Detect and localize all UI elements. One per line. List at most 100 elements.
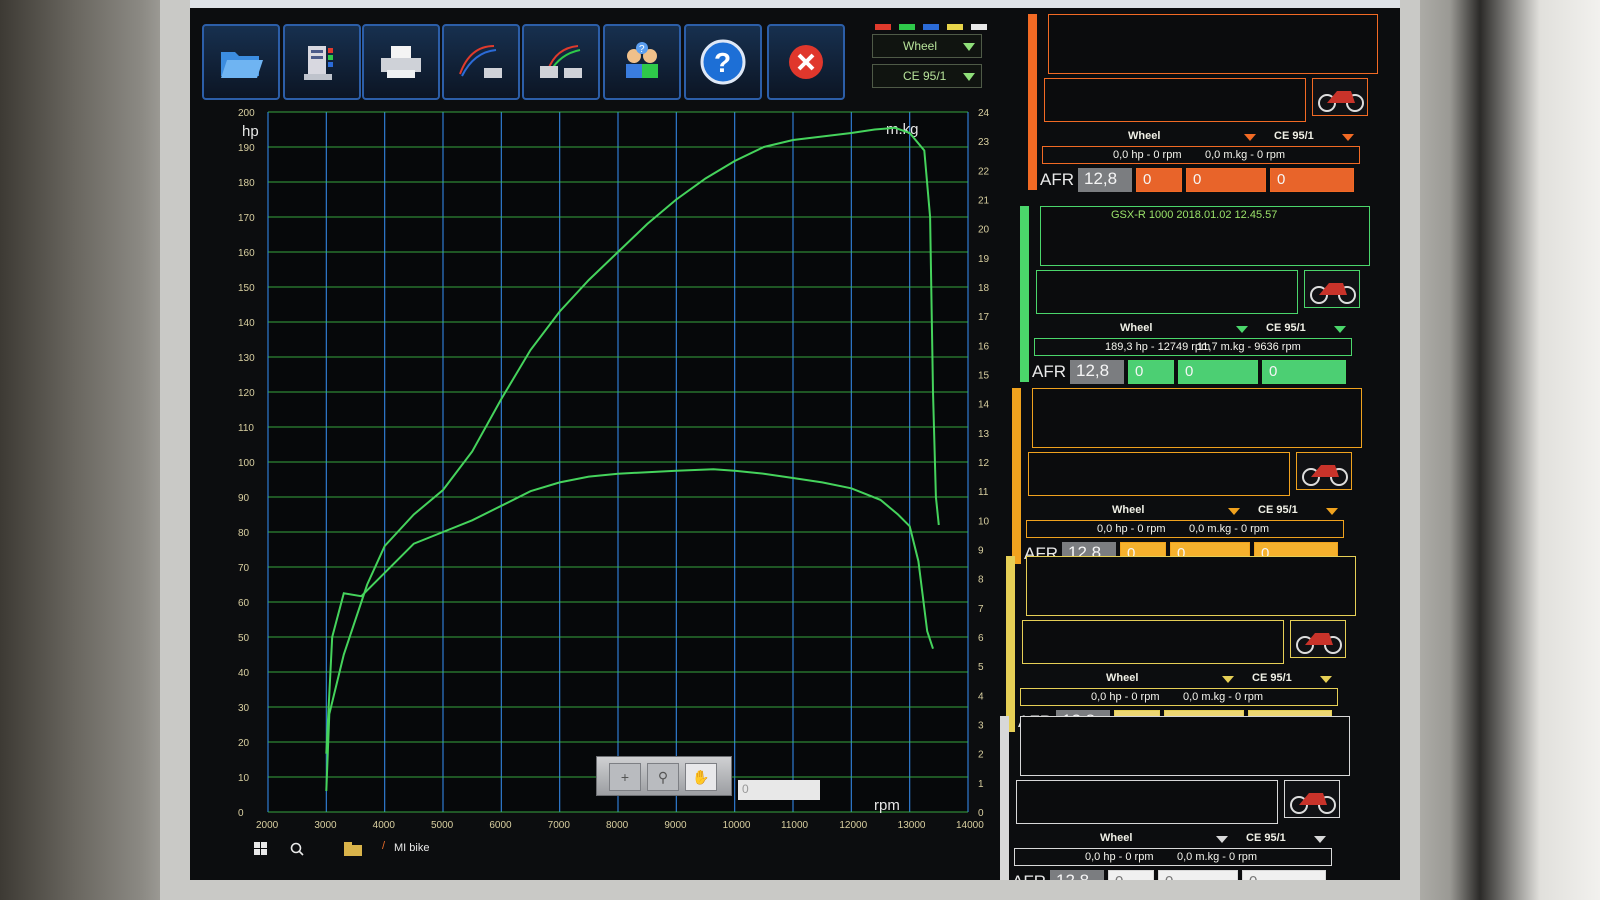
run-standard-dropdown[interactable]: CE 95/1 — [1266, 322, 1306, 334]
crosshair-tool-button[interactable]: + — [609, 763, 641, 791]
chevron-down-icon[interactable] — [1326, 508, 1338, 515]
run-field-1[interactable]: 0 — [1136, 168, 1182, 192]
x-tick-label: 6000 — [489, 820, 512, 831]
y-right-tick-label: 10 — [978, 516, 990, 527]
run-max-power: 0,0 hp - 0 rpm — [1097, 523, 1166, 535]
run-field-3[interactable]: 0 — [1242, 870, 1326, 880]
chevron-down-icon[interactable] — [1236, 326, 1248, 333]
desk-background-right — [1400, 0, 1600, 900]
y-left-tick-label: 130 — [238, 353, 255, 364]
run-max-power: 189,3 hp - 12749 rpm — [1105, 341, 1211, 353]
y-left-tick-label: 70 — [238, 563, 250, 574]
run-field-2[interactable]: 0 — [1158, 870, 1238, 880]
run-field-3[interactable]: 0 — [1270, 168, 1354, 192]
run-title-box — [1020, 716, 1350, 776]
afr-value[interactable]: 12,8 — [1070, 360, 1124, 384]
y-left-tick-label: 30 — [238, 703, 250, 714]
x-tick-label: 7000 — [548, 820, 571, 831]
run-standard-dropdown[interactable]: CE 95/1 — [1246, 832, 1286, 844]
y-left-unit-label: hp — [242, 123, 259, 140]
run-color-bar — [1012, 388, 1021, 564]
x-tick-label: 8000 — [606, 820, 629, 831]
search-icon[interactable] — [290, 842, 304, 859]
y-right-tick-label: 22 — [978, 166, 990, 177]
run-color-bar — [1000, 716, 1009, 880]
run-measure-dropdown[interactable]: Wheel — [1128, 130, 1160, 142]
run-measure-dropdown[interactable]: Wheel — [1100, 832, 1132, 844]
motorbike-icon[interactable] — [1290, 620, 1346, 658]
afr-label: AFR — [1012, 872, 1046, 880]
file-explorer-icon[interactable] — [344, 842, 362, 859]
y-right-tick-label: 0 — [978, 808, 984, 819]
zoom-value: 0 — [742, 782, 749, 796]
run-measure-dropdown[interactable]: Wheel — [1120, 322, 1152, 334]
run-measure-dropdown[interactable]: Wheel — [1106, 672, 1138, 684]
x-tick-label: 4000 — [373, 820, 396, 831]
y-left-tick-label: 180 — [238, 178, 255, 189]
run-stats-row: 0,0 hp - 0 rpm 0,0 m.kg - 0 rpm — [1042, 146, 1360, 164]
zoom-tool-button[interactable]: ⚲ — [647, 763, 679, 791]
y-right-tick-label: 19 — [978, 254, 990, 265]
run-measure-dropdown[interactable]: Wheel — [1112, 504, 1144, 516]
chevron-down-icon[interactable] — [1334, 326, 1346, 333]
zoom-icon: ⚲ — [657, 769, 669, 785]
crosshair-icon: + — [620, 769, 630, 785]
run-field-2[interactable]: 0 — [1178, 360, 1258, 384]
y-left-tick-label: 0 — [238, 808, 244, 819]
y-left-tick-label: 170 — [238, 213, 255, 224]
run-panel-2: GSX-R 1000 2018.01.02 12.45.57 Wheel CE 95… — [1020, 206, 1390, 386]
motorbike-icon[interactable] — [1284, 780, 1340, 818]
y-right-tick-label: 2 — [978, 750, 984, 761]
run-max-torque: 0,0 m.kg - 0 rpm — [1189, 523, 1270, 535]
mi-bike-app-icon[interactable]: / — [382, 840, 385, 852]
chevron-down-icon[interactable] — [1222, 676, 1234, 683]
run-notes-box — [1028, 452, 1290, 496]
run-title-box — [1048, 14, 1378, 74]
y-left-tick-label: 120 — [238, 388, 255, 399]
run-standard-dropdown[interactable]: CE 95/1 — [1258, 504, 1298, 516]
afr-label: AFR — [1032, 362, 1066, 381]
x-tick-label: 12000 — [839, 820, 867, 831]
y-left-tick-label: 140 — [238, 318, 255, 329]
y-right-tick-label: 24 — [978, 108, 990, 119]
y-left-tick-label: 60 — [238, 598, 250, 609]
x-tick-label: 3000 — [314, 820, 337, 831]
run-field-1[interactable]: 0 — [1108, 870, 1154, 880]
afr-value[interactable]: 12,8 — [1050, 870, 1104, 880]
pan-tool-button[interactable]: ✋ — [685, 763, 717, 791]
zoom-value-field[interactable]: 0 — [738, 780, 820, 800]
taskbar-app-label[interactable]: MI bike — [394, 842, 429, 854]
run-title-box — [1032, 388, 1362, 448]
run-field-1[interactable]: 0 — [1128, 360, 1174, 384]
x-tick-label: 10000 — [723, 820, 751, 831]
run-max-power: 0,0 hp - 0 rpm — [1091, 691, 1160, 703]
chevron-down-icon[interactable] — [1216, 836, 1228, 843]
run-title-box — [1026, 556, 1356, 616]
y-right-tick-label: 7 — [978, 604, 984, 615]
motorbike-icon[interactable] — [1312, 78, 1368, 116]
run-standard-dropdown[interactable]: CE 95/1 — [1252, 672, 1292, 684]
run-field-2[interactable]: 0 — [1186, 168, 1266, 192]
x-tick-label: 11000 — [781, 820, 809, 831]
taskbar: / MI bike — [234, 840, 654, 872]
chevron-down-icon[interactable] — [1342, 134, 1354, 141]
run-title-box: GSX-R 1000 2018.01.02 12.45.57 — [1040, 206, 1370, 266]
chevron-down-icon[interactable] — [1320, 676, 1332, 683]
chevron-down-icon[interactable] — [1244, 134, 1256, 141]
run-panel-5: Wheel CE 95/1 0,0 hp - 0 rpm 0,0 m.kg - 0 r… — [1000, 716, 1370, 880]
motorbike-icon[interactable] — [1304, 270, 1360, 308]
y-right-tick-label: 1 — [978, 779, 984, 790]
windows-start-icon[interactable] — [254, 842, 268, 859]
y-left-tick-label: 150 — [238, 283, 255, 294]
run-panel-3: Wheel CE 95/1 0,0 hp - 0 rpm 0,0 m.kg - 0 r… — [1012, 388, 1382, 568]
motorbike-icon[interactable] — [1296, 452, 1352, 490]
run-max-torque: 11,7 m.kg - 9636 rpm — [1197, 341, 1301, 353]
dyno-app-window: ? ? Wheel CE 95/1 2000 3000 4000 5000 6000 70… — [190, 0, 1400, 880]
y-left-tick-label: 40 — [238, 668, 250, 679]
afr-value[interactable]: 12,8 — [1078, 168, 1132, 192]
run-field-3[interactable]: 0 — [1262, 360, 1346, 384]
y-left-tick-label: 160 — [238, 248, 255, 259]
chevron-down-icon[interactable] — [1314, 836, 1326, 843]
run-standard-dropdown[interactable]: CE 95/1 — [1274, 130, 1314, 142]
chevron-down-icon[interactable] — [1228, 508, 1240, 515]
